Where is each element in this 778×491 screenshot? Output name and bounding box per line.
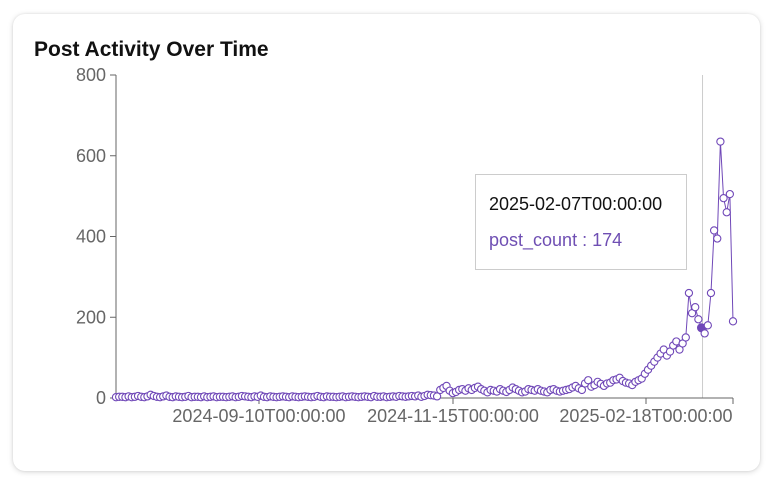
y-tick-label: 0 xyxy=(96,388,106,408)
tooltip-label: 2025-02-07T00:00:00 xyxy=(489,194,663,214)
x-tick-label: 2024-11-15T00:00:00 xyxy=(367,406,539,426)
y-tick-label: 400 xyxy=(76,227,106,247)
tooltip-series-name: post_count xyxy=(489,230,578,250)
data-point xyxy=(706,288,716,298)
tooltip-separator: : xyxy=(577,230,593,250)
data-point xyxy=(700,329,709,338)
y-tick-label: 600 xyxy=(76,146,106,166)
y-tick-label: 800 xyxy=(76,65,106,85)
data-point xyxy=(725,189,735,199)
data-point xyxy=(684,288,694,298)
data-point xyxy=(728,317,738,326)
data-point xyxy=(709,226,719,235)
x-tick-label: 2025-02-18T00:00:00 xyxy=(559,406,732,426)
data-point xyxy=(703,321,712,330)
tooltip-value-row: post_count : 174 xyxy=(489,230,622,251)
data-point xyxy=(681,333,690,342)
chart-tooltip: 2025-02-07T00:00:00 post_count : 174 xyxy=(475,174,687,270)
data-point xyxy=(694,315,703,324)
x-tick-label: 2024-09-10T00:00:00 xyxy=(172,406,345,426)
data-point xyxy=(691,303,700,312)
y-tick-label: 200 xyxy=(76,307,106,327)
data-point xyxy=(716,137,725,146)
data-point xyxy=(722,208,731,217)
data-point xyxy=(713,234,722,243)
tooltip-series-value: 174 xyxy=(592,230,623,250)
